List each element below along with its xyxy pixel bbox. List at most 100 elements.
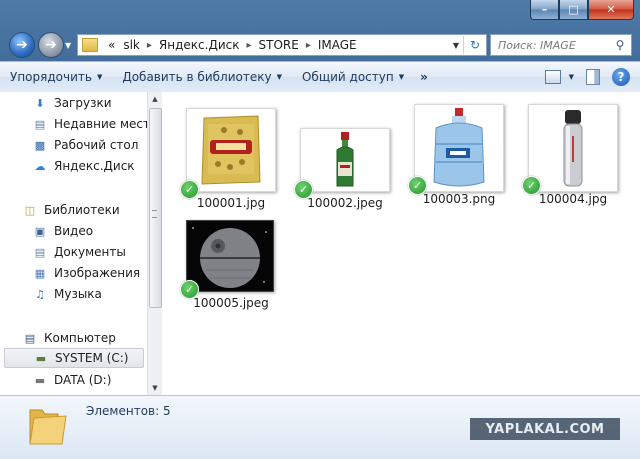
sidebar-item-pictures[interactable]: ▦ Изображения — [32, 263, 140, 283]
scroll-up-icon[interactable]: ▲ — [148, 92, 162, 106]
add-to-library-label: Добавить в библиотеку — [122, 70, 272, 84]
sidebar-item-label: Загрузки — [54, 96, 112, 110]
file-name: 100002.jpeg — [307, 196, 383, 210]
video-icon: ▣ — [34, 224, 46, 238]
sidebar-item-recent-places[interactable]: ▤ Недавние места — [32, 114, 147, 134]
data-drive-icon: ▬ — [34, 373, 46, 387]
kozinak-package-thumbnail — [186, 108, 276, 192]
sidebar-item-documents[interactable]: ▤ Документы — [32, 242, 126, 262]
view-options-dropdown-icon[interactable]: ▼ — [569, 73, 574, 81]
music-icon: ♫ — [35, 287, 45, 301]
sidebar-item-label: Музыка — [54, 287, 102, 301]
folder-icon — [82, 38, 98, 52]
breadcrumb-separator-icon[interactable]: ▸ — [303, 40, 314, 51]
sidebar-libraries-header[interactable]: ◫ Библиотеки — [22, 200, 120, 220]
file-name: 100001.jpg — [196, 196, 266, 210]
libraries-icon: ◫ — [24, 203, 36, 217]
chevron-down-icon: ▼ — [398, 73, 405, 81]
sidebar-item-data-drive[interactable]: ▬ DATA (D:) — [32, 370, 112, 390]
sidebar-item-label: Изображения — [54, 266, 141, 280]
share-menu-button[interactable]: Общий доступ ▼ — [292, 65, 414, 89]
forward-arrow-icon: ➔ — [45, 37, 57, 53]
navigation-row: ➔ ➔ ▼ « slk ▸ Яндекс.Диск ▸ STORE ▸ IMAG… — [0, 28, 640, 60]
preview-pane-icon[interactable] — [586, 69, 600, 85]
search-icon[interactable]: ⚲ — [612, 38, 628, 52]
share-label: Общий доступ — [301, 70, 394, 84]
sidebar-item-desktop[interactable]: ▩ Рабочий стол — [32, 135, 139, 155]
close-icon: ✕ — [606, 3, 616, 16]
file-tile[interactable]: ✓ 100004.jpg — [514, 104, 618, 216]
maximize-icon: □ — [568, 3, 579, 16]
sidebar-header-label: Компьютер — [44, 331, 116, 345]
close-button[interactable]: ✕ — [588, 0, 634, 20]
back-arrow-icon: ➔ — [16, 37, 28, 53]
file-name: 100004.jpg — [538, 192, 608, 206]
scrollbar-thumb[interactable] — [149, 108, 162, 308]
file-tile[interactable]: ✓ 100003.png — [400, 104, 504, 216]
back-button[interactable]: ➔ — [9, 32, 35, 58]
sidebar-item-label: DATA (D:) — [54, 373, 112, 387]
water-jug-thumbnail — [414, 104, 504, 192]
recent-pages-dropdown[interactable]: ▼ — [65, 41, 71, 50]
scroll-down-icon[interactable]: ▼ — [148, 381, 162, 395]
sidebar-item-downloads[interactable]: ⬇ Загрузки — [32, 93, 112, 113]
minimize-icon: – — [541, 3, 548, 16]
file-tile[interactable]: ✓ 100005.jpeg — [172, 220, 274, 332]
breadcrumb-slk[interactable]: slk — [119, 38, 144, 52]
command-bar-right: ▼ ? — [544, 68, 640, 86]
sidebar-item-label: Яндекс.Диск — [54, 159, 135, 173]
breadcrumb-store[interactable]: STORE — [255, 38, 303, 52]
organize-menu-button[interactable]: Упорядочить ▼ — [0, 65, 112, 89]
sidebar-item-yandex-disk[interactable]: ☁ Яндекс.Диск — [32, 156, 135, 176]
help-icon[interactable]: ? — [612, 68, 630, 86]
sidebar-item-label: Рабочий стол — [54, 138, 139, 152]
refresh-button[interactable]: ↻ — [463, 36, 486, 54]
file-name: 100005.jpeg — [193, 296, 269, 310]
item-count: Элементов: 5 — [86, 404, 171, 418]
breadcrumb-overflow[interactable]: « — [104, 38, 119, 52]
chevron-down-icon: ▼ — [276, 73, 282, 81]
command-bar: Упорядочить ▼ Добавить в библиотеку ▼ Общи… — [0, 61, 640, 93]
thermos-thumbnail — [528, 104, 618, 192]
refresh-icon: ↻ — [469, 38, 481, 52]
sidebar-item-label: SYSTEM (C:) — [55, 351, 129, 365]
search-input[interactable] — [496, 37, 612, 53]
file-tile[interactable]: ✓ 100001.jpg — [172, 108, 276, 220]
watermark-text: YAPLAKAL.COM — [470, 418, 620, 440]
scrollbar-grip — [152, 210, 157, 218]
navigation-pane: ⬇ Загрузки ▤ Недавние места ▩ Рабочий ст… — [0, 92, 147, 395]
file-list-area: ✓ 100001.jpg ✓ 100002.jpeg ✓ 100003.png … — [162, 92, 640, 395]
title-bar: – □ ✕ — [0, 0, 640, 28]
sidebar-item-system-drive[interactable]: ▬ SYSTEM (C:) — [4, 348, 144, 368]
recent-places-icon: ▤ — [34, 117, 46, 131]
breadcrumb-separator-icon[interactable]: ▸ — [144, 40, 155, 51]
navigation-scrollbar[interactable]: ▲ ▼ — [147, 92, 162, 395]
death-star-thumbnail — [186, 220, 274, 292]
breadcrumb-separator-icon[interactable]: ▸ — [243, 40, 254, 51]
sidebar-item-video[interactable]: ▣ Видео — [32, 221, 93, 241]
search-box[interactable]: ⚲ — [490, 34, 632, 56]
system-drive-icon: ▬ — [35, 351, 47, 365]
sidebar-item-music[interactable]: ♫ Музыка — [32, 284, 102, 304]
sidebar-computer-header[interactable]: ▤ Компьютер — [22, 328, 116, 348]
address-bar[interactable]: « slk ▸ Яндекс.Диск ▸ STORE ▸ IMAGE ▼ ↻ — [77, 34, 487, 56]
more-commands-button[interactable]: » — [414, 65, 434, 89]
sidebar-header-label: Библиотеки — [44, 203, 120, 217]
sidebar-item-label: Недавние места — [54, 117, 147, 131]
organize-label: Упорядочить — [10, 70, 92, 84]
address-dropdown-icon[interactable]: ▼ — [449, 41, 463, 50]
sidebar-item-label: Документы — [54, 245, 126, 259]
yandex-disk-icon: ☁ — [34, 159, 46, 173]
desktop-icon: ▩ — [34, 138, 46, 152]
forward-button[interactable]: ➔ — [38, 32, 64, 58]
change-view-icon[interactable] — [544, 70, 561, 84]
add-to-library-menu-button[interactable]: Добавить в библиотеку ▼ — [112, 65, 292, 89]
file-tile[interactable]: ✓ 100002.jpeg — [286, 108, 390, 220]
maximize-button[interactable]: □ — [559, 0, 588, 20]
minimize-button[interactable]: – — [530, 0, 559, 20]
computer-icon: ▤ — [24, 331, 36, 345]
file-name: 100003.png — [422, 192, 496, 206]
breadcrumb-yandex-disk[interactable]: Яндекс.Диск — [155, 38, 244, 52]
green-bottle-thumbnail — [300, 128, 390, 192]
breadcrumb-image[interactable]: IMAGE — [314, 38, 361, 52]
